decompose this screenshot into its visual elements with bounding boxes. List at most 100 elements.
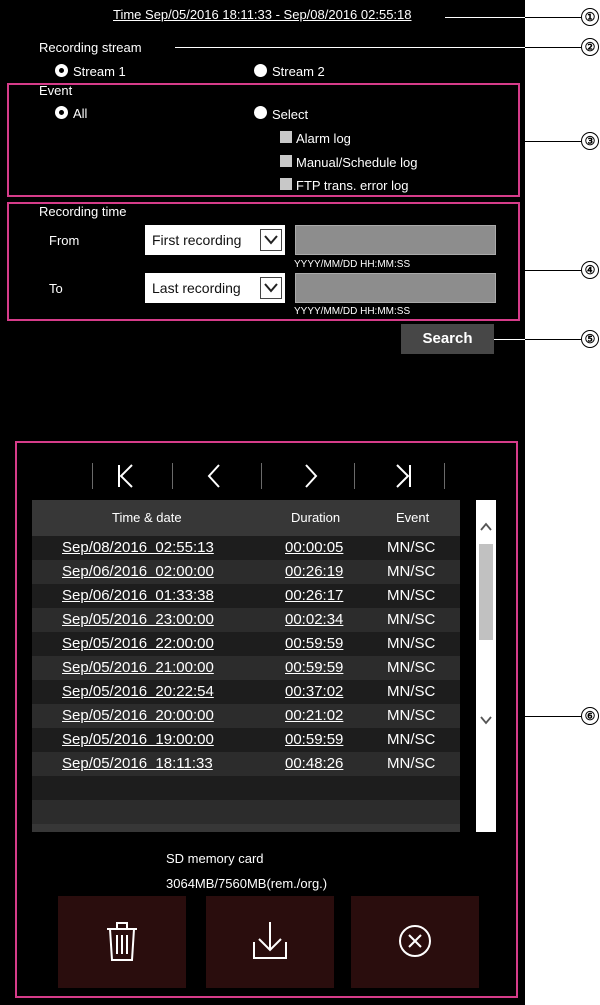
callout-line-5 — [494, 339, 525, 340]
recording-duration-link[interactable]: 00:00:05 — [285, 536, 343, 560]
table-row[interactable]: Sep/05/2016 18:11:33 00:48:26 MN/SC — [32, 752, 460, 776]
recording-datetime-link[interactable]: Sep/05/2016 22:00:00 — [62, 632, 214, 656]
recording-stream-label: Recording stream — [39, 40, 142, 55]
event-label: Event — [39, 83, 73, 98]
recording-event-type: MN/SC — [387, 587, 436, 604]
nav-separator — [354, 463, 355, 489]
table-row[interactable]: Sep/05/2016 20:00:00 00:21:02 MN/SC — [32, 704, 460, 728]
recording-datetime-link[interactable]: Sep/05/2016 20:22:54 — [62, 680, 214, 704]
table-row[interactable]: Sep/05/2016 21:00:00 00:59:59 MN/SC — [32, 656, 460, 680]
previous-page-icon[interactable] — [206, 463, 222, 494]
callout-line-3 — [520, 141, 581, 142]
recording-event-type: MN/SC — [387, 563, 436, 580]
table-row[interactable]: Sep/05/2016 20:22:54 00:37:02 MN/SC — [32, 680, 460, 704]
recording-event-type: MN/SC — [387, 539, 436, 556]
recording-event-type: MN/SC — [387, 635, 436, 652]
delete-button[interactable] — [58, 896, 186, 988]
alarm-log-checkbox[interactable] — [280, 131, 292, 143]
to-label: To — [49, 281, 63, 296]
callout-line-2 — [175, 47, 525, 48]
table-row — [32, 800, 460, 824]
recording-datetime-link[interactable]: Sep/08/2016 02:55:13 — [62, 536, 214, 560]
recording-duration-link[interactable]: 00:37:02 — [285, 680, 343, 704]
stream1-label: Stream 1 — [73, 64, 126, 79]
recordings-panel: Time Sep/05/2016 18:11:33 - Sep/08/2016 … — [0, 0, 525, 1005]
close-icon — [399, 925, 431, 957]
recording-datetime-link[interactable]: Sep/05/2016 21:00:00 — [62, 656, 214, 680]
table-row[interactable]: Sep/08/2016 02:55:13 00:00:05 MN/SC — [32, 536, 460, 560]
chevron-down-icon — [264, 235, 278, 245]
to-datetime-input[interactable] — [295, 273, 496, 303]
callout-line-1 — [445, 17, 525, 18]
sd-card-label: SD memory card — [166, 851, 264, 866]
callout-2: ② — [581, 38, 599, 56]
last-page-icon[interactable] — [394, 463, 412, 494]
table-row[interactable]: Sep/05/2016 19:00:00 00:59:59 MN/SC — [32, 728, 460, 752]
next-page-icon[interactable] — [303, 463, 319, 494]
ftp-error-log-label: FTP trans. error log — [296, 178, 409, 193]
nav-separator — [444, 463, 445, 489]
scroll-down-icon — [480, 716, 492, 725]
table-row — [32, 776, 460, 800]
recording-event-type: MN/SC — [387, 659, 436, 676]
time-range-text: Time Sep/05/2016 18:11:33 - Sep/08/2016 … — [113, 7, 412, 22]
recording-event-type: MN/SC — [387, 683, 436, 700]
scrollbar-thumb[interactable] — [479, 544, 493, 640]
nav-separator — [261, 463, 262, 489]
first-page-icon[interactable] — [117, 463, 135, 494]
alarm-log-label: Alarm log — [296, 131, 351, 146]
chevron-down-icon — [264, 283, 278, 293]
recording-datetime-link[interactable]: Sep/06/2016 02:00:00 — [62, 560, 214, 584]
callout-5: ⑤ — [581, 330, 599, 348]
cancel-button[interactable] — [351, 896, 479, 988]
event-select-radio[interactable] — [254, 106, 267, 119]
stream1-radio[interactable] — [55, 64, 68, 77]
callout-3: ③ — [581, 132, 599, 150]
manual-schedule-log-checkbox[interactable] — [280, 155, 292, 167]
recording-duration-link[interactable]: 00:26:19 — [285, 560, 343, 584]
callout-1: ① — [581, 8, 599, 26]
recording-duration-link[interactable]: 00:59:59 — [285, 632, 343, 656]
callout-line-5b — [525, 339, 581, 340]
to-dropdown-button[interactable] — [260, 277, 282, 299]
from-datetime-input[interactable] — [295, 225, 496, 255]
stream2-label: Stream 2 — [272, 64, 325, 79]
event-all-radio[interactable] — [55, 106, 68, 119]
recording-datetime-link[interactable]: Sep/06/2016 01:33:38 — [62, 584, 214, 608]
recording-datetime-link[interactable]: Sep/05/2016 23:00:00 — [62, 608, 214, 632]
from-dropdown-button[interactable] — [260, 229, 282, 251]
table-row[interactable]: Sep/06/2016 02:00:00 00:26:19 MN/SC — [32, 560, 460, 584]
nav-separator — [172, 463, 173, 489]
ftp-error-log-checkbox[interactable] — [280, 178, 292, 190]
table-row[interactable]: Sep/05/2016 23:00:00 00:02:34 MN/SC — [32, 608, 460, 632]
callout-4: ④ — [581, 261, 599, 279]
event-all-label: All — [73, 106, 88, 121]
column-header-time-date: Time & date — [112, 510, 182, 525]
recording-datetime-link[interactable]: Sep/05/2016 19:00:00 — [62, 728, 214, 752]
recording-datetime-link[interactable]: Sep/05/2016 20:00:00 — [62, 704, 214, 728]
recording-event-type: MN/SC — [387, 755, 436, 772]
manual-schedule-log-label: Manual/Schedule log — [296, 155, 418, 170]
column-header-event: Event — [396, 510, 430, 525]
event-group — [7, 83, 520, 197]
recording-duration-link[interactable]: 00:26:17 — [285, 584, 343, 608]
recording-duration-link[interactable]: 00:02:34 — [285, 608, 343, 632]
sd-card-capacity: 3064MB/7560MB(rem./org.) — [166, 876, 328, 891]
recording-duration-link[interactable]: 00:48:26 — [285, 752, 343, 776]
callout-line-1b — [525, 17, 581, 18]
search-button[interactable]: Search — [401, 324, 494, 354]
callout-line-6 — [518, 716, 581, 717]
delete-icon — [107, 922, 137, 961]
event-select-label: Select — [272, 107, 309, 122]
recording-duration-link[interactable]: 00:59:59 — [285, 656, 343, 680]
to-format-hint: YYYY/MM/DD HH:MM:SS — [294, 306, 411, 317]
stream2-radio[interactable] — [254, 64, 267, 77]
table-row[interactable]: Sep/06/2016 01:33:38 00:26:17 MN/SC — [32, 584, 460, 608]
download-button[interactable] — [206, 896, 334, 988]
table-row[interactable]: Sep/05/2016 22:00:00 00:59:59 MN/SC — [32, 632, 460, 656]
callout-line-2b — [525, 47, 581, 48]
recording-duration-link[interactable]: 00:21:02 — [285, 704, 343, 728]
recording-datetime-link[interactable]: Sep/05/2016 18:11:33 — [62, 752, 213, 776]
recording-duration-link[interactable]: 00:59:59 — [285, 728, 343, 752]
column-header-duration: Duration — [291, 510, 341, 525]
